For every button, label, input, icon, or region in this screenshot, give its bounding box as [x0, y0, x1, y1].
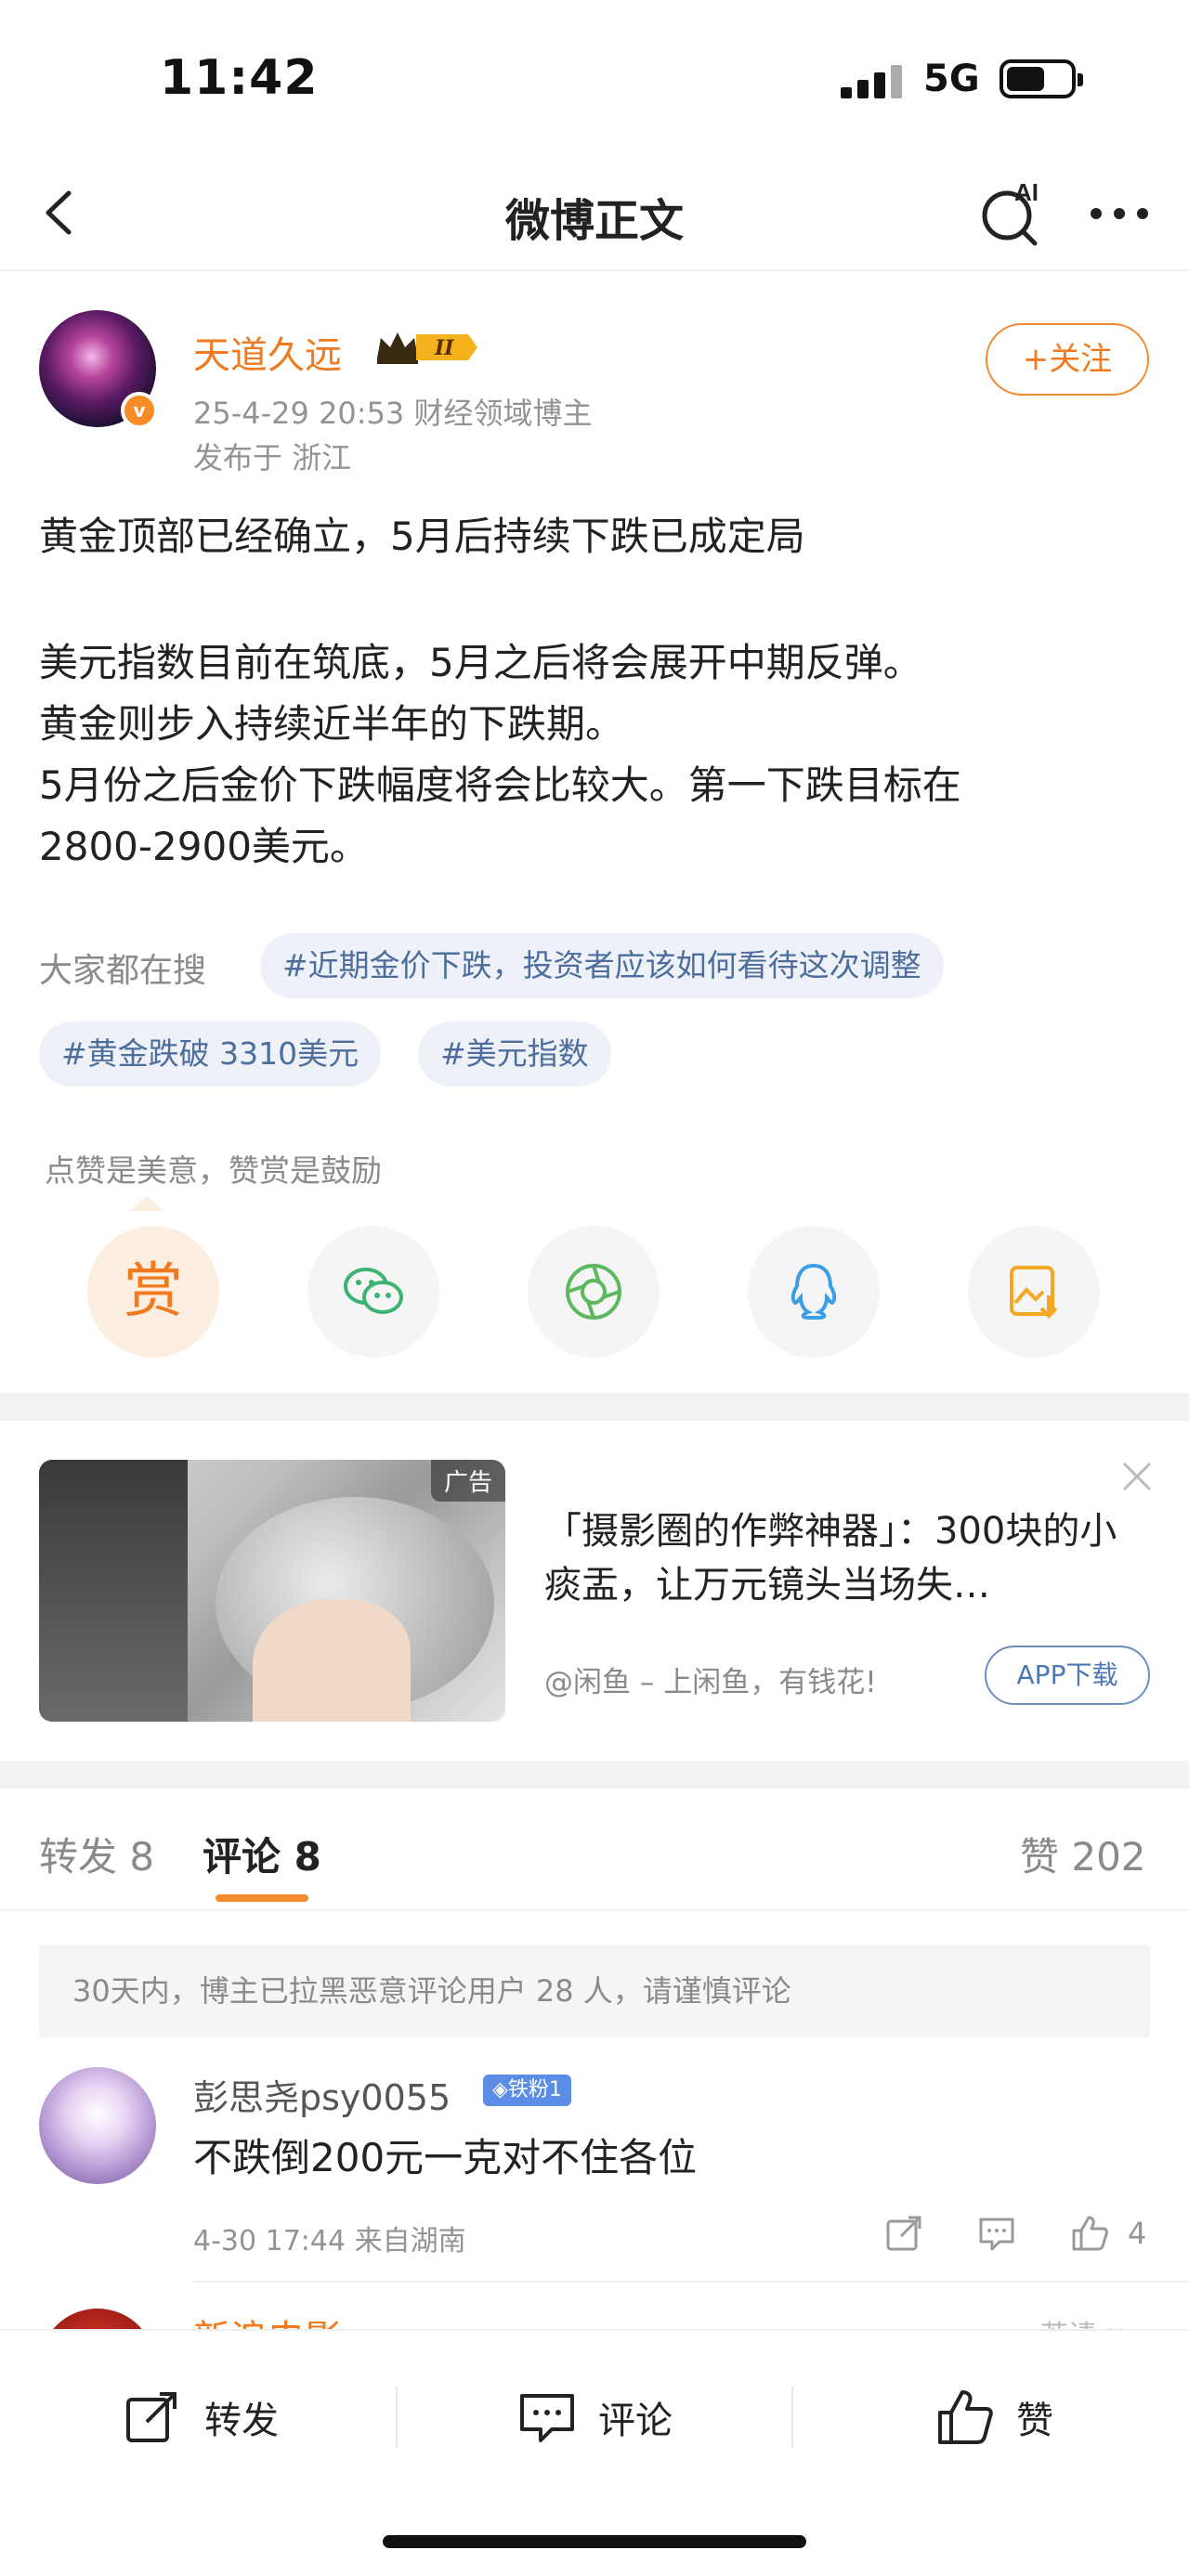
divider [791, 2387, 793, 2448]
like-label: 赞 [1016, 2400, 1053, 2442]
author-avatar[interactable]: v [39, 310, 158, 429]
moments-share-button[interactable] [528, 1226, 660, 1358]
tabs-divider [0, 1909, 1189, 1911]
network-label: 5G [923, 58, 980, 100]
like-icon [938, 2390, 993, 2444]
verified-icon: v [121, 392, 158, 429]
ad-tag: 广告 [430, 1460, 505, 1502]
comment-text: 不跌倒200元一克对不住各位 [193, 2135, 698, 2180]
post-line: 黄金顶部已经确立，5月后持续下跌已成定局 [39, 514, 805, 559]
ad-image[interactable]: 广告 [39, 1460, 505, 1722]
crown-badge-icon: II [377, 332, 477, 364]
moments-icon [566, 1264, 621, 1320]
tab-comment[interactable]: 评论 8 [203, 1826, 321, 1882]
post-content: 黄金顶部已经确立，5月后持续下跌已成定局 美元指数目前在筑底，5月之后将会展开中… [39, 506, 1154, 878]
reward-button[interactable]: 赏 [87, 1226, 219, 1358]
author-location: 发布于 浙江 [193, 440, 352, 475]
ai-label: AI [1014, 178, 1039, 206]
follow-button[interactable]: +关注 [986, 323, 1149, 396]
divider [396, 2387, 398, 2448]
comment-label: 评论 [598, 2400, 673, 2442]
tab-repost[interactable]: 转发 8 [39, 1826, 154, 1882]
save-image-button[interactable] [968, 1226, 1100, 1358]
comment-icon[interactable] [975, 2212, 1018, 2255]
more-icon[interactable] [1087, 204, 1152, 223]
commenter-avatar[interactable] [39, 2067, 156, 2184]
comment-button[interactable]: 评论 [516, 2385, 673, 2450]
ad-source: @闲鱼 – 上闲鱼，有钱花! [544, 1666, 877, 1699]
status-bar: 11:42 5G [0, 0, 1189, 158]
signal-icon [841, 65, 902, 98]
wechat-icon [344, 1268, 403, 1314]
app-download-button[interactable]: APP下载 [985, 1646, 1150, 1705]
topic-tag[interactable]: #黄金跌破 3310美元 [39, 1021, 382, 1086]
reward-caret [130, 1196, 163, 1211]
commenter-name[interactable]: 彭思尧psy0055 [193, 2069, 451, 2120]
author-name[interactable]: 天道久远 [193, 325, 342, 379]
comment-notice: 30天内，博主已拉黑恶意评论用户 28 人，请谨慎评论 [39, 1945, 1150, 2037]
close-icon[interactable] [1118, 1458, 1156, 1495]
home-indicator [383, 2535, 806, 2548]
fan-badge: ◈铁粉1 [483, 2075, 571, 2106]
comment-icon [520, 2394, 574, 2442]
repost-label: 转发 [204, 2400, 279, 2442]
ai-search-icon[interactable]: AI [975, 175, 1050, 249]
wechat-share-button[interactable] [307, 1226, 439, 1358]
author-meta: 25-4-29 20:53 财经领域博主 [193, 396, 593, 431]
comment-divider [193, 2281, 1189, 2283]
tab-indicator [216, 1894, 308, 1902]
save-image-icon [1010, 1266, 1058, 1319]
svg-text:II: II [434, 336, 454, 360]
comment-meta: 4-30 17:44 来自湖南 [193, 2225, 466, 2257]
nav-bar: 微博正文 AI [0, 158, 1189, 271]
topic-tag[interactable]: #美元指数 [418, 1021, 611, 1086]
tab-like[interactable]: 赞 202 [1020, 1826, 1146, 1882]
post-line: 5月份之后金价下跌幅度将会比较大。第一下跌目标在 [39, 762, 961, 808]
post-line: 2800-2900美元。 [39, 824, 369, 869]
status-time: 11:42 [160, 50, 319, 106]
topic-tag[interactable]: #近期金价下跌，投资者应该如何看待这次调整 [260, 933, 944, 998]
bottom-action-bar: 转发 评论 赞 [0, 2329, 1189, 2576]
repost-icon [126, 2392, 176, 2442]
repost-button[interactable]: 转发 [123, 2385, 279, 2450]
like-icon[interactable] [1068, 2212, 1111, 2255]
post-line: 黄金则步入持续近半年的下跌期。 [39, 701, 625, 747]
hot-search-label: 大家都在搜 [39, 952, 207, 990]
ad-title[interactable]: 「摄影圈的作弊神器」：300块的小痰盂，让万元镜头当场失… [544, 1504, 1139, 1612]
like-button[interactable]: 赞 [934, 2385, 1053, 2450]
battery-icon [1000, 59, 1083, 98]
qq-icon [790, 1263, 837, 1320]
comment-like-count: 4 [1128, 2216, 1147, 2251]
repost-icon[interactable] [882, 2212, 925, 2255]
section-divider [0, 1761, 1189, 1789]
post-line: 美元指数目前在筑底，5月之后将会展开中期反弹。 [39, 640, 922, 685]
section-divider [0, 1393, 1189, 1421]
qq-share-button[interactable] [748, 1226, 880, 1358]
reward-hint: 点赞是美意，赞赏是鼓励 [45, 1152, 382, 1189]
